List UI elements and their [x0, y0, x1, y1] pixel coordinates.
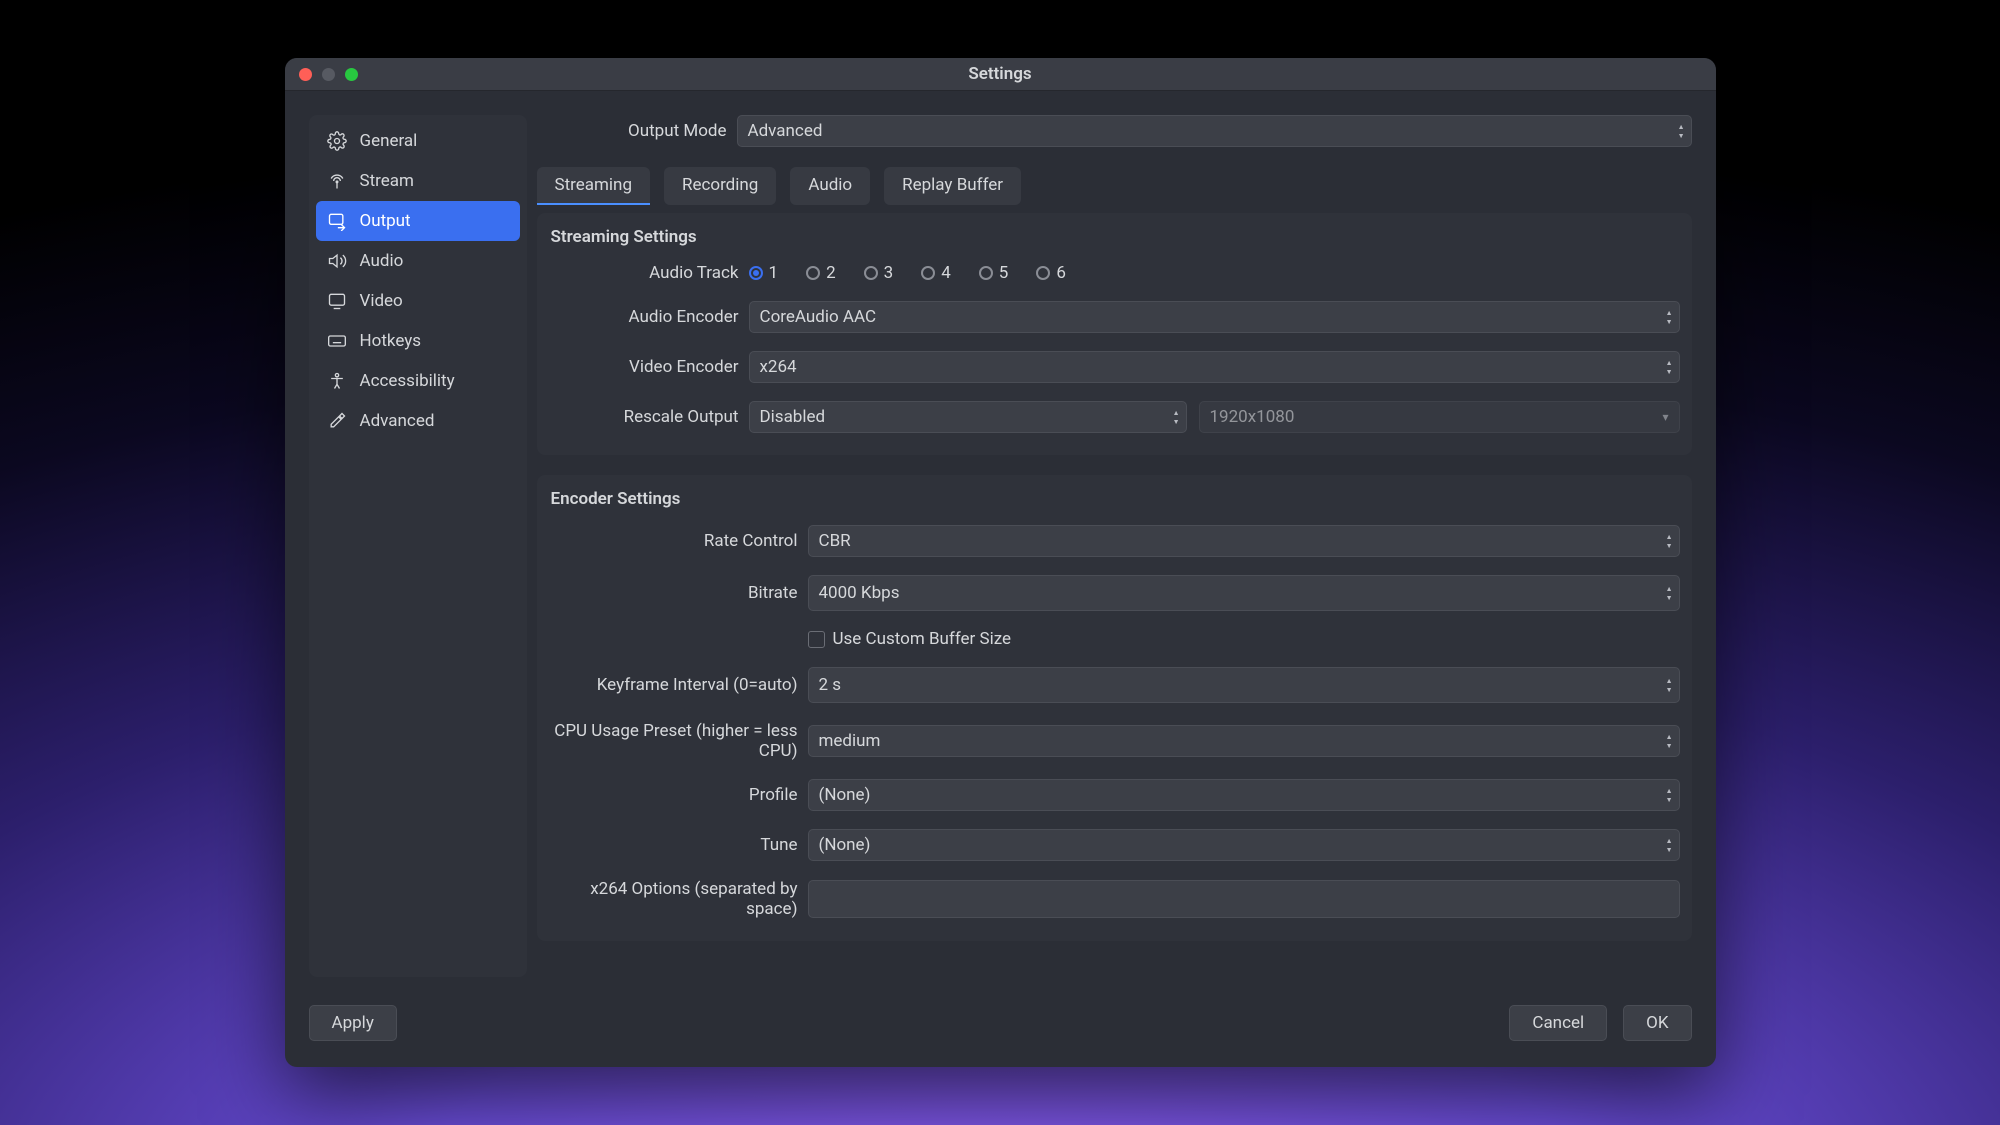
settings-window: Settings General Stream Output [285, 58, 1716, 1067]
sidebar-item-label: Output [360, 211, 411, 231]
audio-track-2[interactable]: 2 [806, 263, 836, 283]
sidebar-item-label: General [360, 131, 418, 151]
sidebar-item-label: Stream [360, 171, 414, 191]
spinner-arrows-icon [1666, 668, 1673, 702]
rescale-output-label: Rescale Output [549, 407, 749, 427]
sidebar-item-accessibility[interactable]: Accessibility [316, 361, 520, 401]
select-arrows-icon [1666, 526, 1673, 556]
bitrate-label: Bitrate [549, 583, 808, 603]
x264-options-label: x264 Options (separated by space) [549, 879, 808, 919]
profile-select[interactable]: (None) [808, 779, 1680, 811]
radio-icon [921, 266, 935, 280]
rescale-output-select[interactable]: Disabled [749, 401, 1187, 433]
tune-select[interactable]: (None) [808, 829, 1680, 861]
tab-replay-buffer[interactable]: Replay Buffer [884, 167, 1021, 205]
sidebar-item-label: Advanced [360, 411, 435, 431]
sidebar: General Stream Output Audio [309, 115, 527, 977]
radio-icon [806, 266, 820, 280]
cpu-preset-select[interactable]: medium [808, 725, 1680, 757]
sidebar-item-label: Audio [360, 251, 404, 271]
video-encoder-select[interactable]: x264 [749, 351, 1680, 383]
chevron-down-icon: ▾ [1662, 410, 1668, 424]
keyboard-icon [326, 330, 348, 352]
sidebar-item-audio[interactable]: Audio [316, 241, 520, 281]
ok-button[interactable]: OK [1623, 1005, 1691, 1041]
keyframe-label: Keyframe Interval (0=auto) [549, 675, 808, 695]
sidebar-item-label: Accessibility [360, 371, 455, 391]
audio-track-6[interactable]: 6 [1036, 263, 1066, 283]
sidebar-item-general[interactable]: General [316, 121, 520, 161]
window-title: Settings [285, 64, 1716, 84]
sidebar-item-label: Video [360, 291, 403, 311]
rate-control-label: Rate Control [549, 531, 808, 551]
x264-options-input[interactable] [808, 880, 1680, 918]
accessibility-icon [326, 370, 348, 392]
keyframe-spinner[interactable]: 2 s [808, 667, 1680, 703]
audio-encoder-label: Audio Encoder [549, 307, 749, 327]
cpu-preset-label: CPU Usage Preset (higher = less CPU) [549, 721, 808, 761]
audio-track-4[interactable]: 4 [921, 263, 951, 283]
apply-button[interactable]: Apply [309, 1005, 397, 1041]
select-arrows-icon [1666, 780, 1673, 810]
select-arrows-icon [1666, 830, 1673, 860]
audio-track-label: Audio Track [549, 263, 749, 283]
profile-label: Profile [549, 785, 808, 805]
select-arrows-icon [1666, 302, 1673, 332]
sidebar-item-label: Hotkeys [360, 331, 422, 351]
radio-icon [1036, 266, 1050, 280]
output-icon [326, 210, 348, 232]
output-mode-value: Advanced [748, 121, 823, 141]
output-mode-label: Output Mode [537, 121, 737, 141]
tools-icon [326, 410, 348, 432]
encoder-settings-title: Encoder Settings [551, 489, 1680, 509]
sidebar-item-advanced[interactable]: Advanced [316, 401, 520, 441]
rescale-resolution-select[interactable]: 1920x1080 ▾ [1199, 401, 1680, 433]
audio-track-5[interactable]: 5 [979, 263, 1009, 283]
broadcast-icon [326, 170, 348, 192]
radio-icon [749, 266, 763, 280]
rate-control-select[interactable]: CBR [808, 525, 1680, 557]
speaker-icon [326, 250, 348, 272]
gear-icon [326, 130, 348, 152]
tab-audio[interactable]: Audio [790, 167, 870, 205]
radio-icon [864, 266, 878, 280]
audio-track-radiogroup: 1 2 3 4 5 6 [749, 263, 1066, 283]
audio-track-1[interactable]: 1 [749, 263, 779, 283]
streaming-settings-title: Streaming Settings [551, 227, 1680, 247]
select-arrows-icon [1678, 116, 1685, 146]
sidebar-item-output[interactable]: Output [316, 201, 520, 241]
cancel-button[interactable]: Cancel [1509, 1005, 1607, 1041]
bitrate-spinner[interactable]: 4000 Kbps [808, 575, 1680, 611]
encoder-settings-panel: Encoder Settings Rate Control CBR Bitrat… [537, 475, 1692, 941]
tab-recording[interactable]: Recording [664, 167, 776, 205]
streaming-settings-panel: Streaming Settings Audio Track 1 2 3 4 5… [537, 213, 1692, 455]
spinner-arrows-icon [1666, 576, 1673, 610]
sidebar-item-hotkeys[interactable]: Hotkeys [316, 321, 520, 361]
tune-label: Tune [549, 835, 808, 855]
sidebar-item-video[interactable]: Video [316, 281, 520, 321]
tab-streaming[interactable]: Streaming [537, 167, 651, 205]
monitor-icon [326, 290, 348, 312]
radio-icon [979, 266, 993, 280]
select-arrows-icon [1173, 402, 1180, 432]
sidebar-item-stream[interactable]: Stream [316, 161, 520, 201]
custom-buffer-checkbox[interactable]: Use Custom Buffer Size [808, 629, 1012, 649]
audio-track-3[interactable]: 3 [864, 263, 894, 283]
select-arrows-icon [1666, 352, 1673, 382]
checkbox-icon [808, 631, 825, 648]
video-encoder-label: Video Encoder [549, 357, 749, 377]
output-mode-select[interactable]: Advanced [737, 115, 1692, 147]
titlebar: Settings [285, 58, 1716, 91]
select-arrows-icon [1666, 726, 1673, 756]
audio-encoder-select[interactable]: CoreAudio AAC [749, 301, 1680, 333]
